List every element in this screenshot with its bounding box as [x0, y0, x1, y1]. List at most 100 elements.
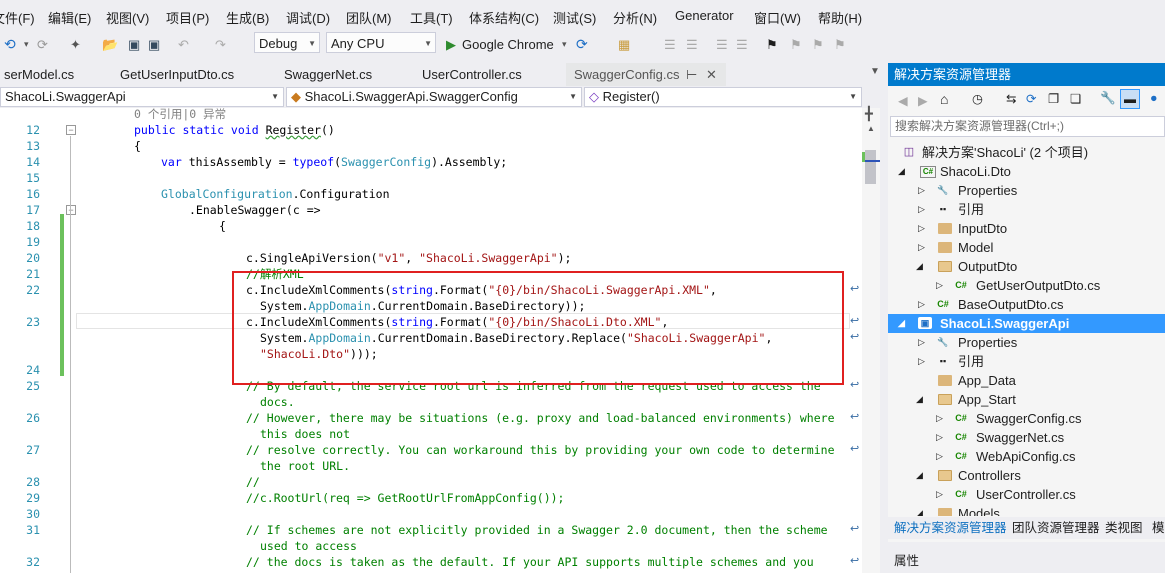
- collapsed-icon[interactable]: ▷: [918, 295, 925, 314]
- tree-item-file[interactable]: ▷ C# SwaggerConfig.cs: [888, 409, 1165, 428]
- sync-icon[interactable]: ⇆: [1006, 91, 1016, 106]
- forward-icon[interactable]: ⟳: [37, 35, 48, 54]
- type-navigation-select[interactable]: ◆ ShacoLi.SwaggerApi.SwaggerConfig ▼: [286, 87, 582, 107]
- menu-build[interactable]: 生成(B): [226, 8, 269, 27]
- home-icon[interactable]: ⌂: [940, 91, 948, 107]
- menu-help[interactable]: 帮助(H): [818, 8, 862, 27]
- menu-tools[interactable]: 工具(T): [410, 8, 453, 27]
- menu-generator[interactable]: Generator: [675, 8, 734, 23]
- tree-item-file[interactable]: ▷ C# GetUserOutputDto.cs: [888, 276, 1165, 295]
- indent-icon[interactable]: ☰: [736, 35, 748, 54]
- collapsed-icon[interactable]: ▷: [936, 428, 943, 447]
- expanded-icon[interactable]: ◢: [898, 162, 905, 181]
- menu-project[interactable]: 项目(P): [166, 8, 209, 27]
- show-all-files-icon[interactable]: ❏: [1070, 91, 1081, 106]
- tree-item-file[interactable]: ▷ C# SwaggerNet.cs: [888, 428, 1165, 447]
- tree-item-folder[interactable]: App_Data: [888, 371, 1165, 390]
- project-navigation-select[interactable]: ShacoLi.SwaggerApi ▼: [0, 87, 284, 107]
- editor-scrollbar[interactable]: ╋ ▲: [862, 106, 880, 573]
- menu-analyze[interactable]: 分析(N): [613, 8, 657, 27]
- menu-test[interactable]: 测试(S): [553, 8, 596, 27]
- tab-getuserinputdto[interactable]: GetUserInputDto.cs: [114, 63, 240, 86]
- globe-icon[interactable]: ●: [1150, 91, 1158, 105]
- tree-item-properties[interactable]: ▷ 🔧 Properties: [888, 333, 1165, 352]
- tree-item-file[interactable]: ▷ C# WebApiConfig.cs: [888, 447, 1165, 466]
- expanded-icon[interactable]: ◢: [898, 314, 905, 333]
- pin-icon[interactable]: ⊢: [686, 63, 697, 86]
- scroll-thumb[interactable]: [865, 150, 876, 184]
- save-all-icon[interactable]: ▣: [148, 35, 160, 54]
- open-file-icon[interactable]: 📂: [102, 35, 118, 54]
- tree-item-folder[interactable]: ◢ OutputDto: [888, 257, 1165, 276]
- prev-bookmark-icon[interactable]: ⚑: [790, 35, 802, 54]
- collapsed-icon[interactable]: ▷: [918, 333, 925, 352]
- configuration-select[interactable]: Debug ▼: [254, 32, 320, 53]
- tree-item-folder[interactable]: ◢ Models: [888, 504, 1165, 516]
- collapsed-icon[interactable]: ▷: [918, 352, 925, 371]
- menu-view[interactable]: 视图(V): [106, 8, 149, 27]
- step-icon[interactable]: ☰: [664, 35, 676, 54]
- redo-icon[interactable]: ↷: [215, 35, 226, 54]
- tab-solution-explorer[interactable]: 解决方案资源管理器: [894, 517, 1007, 539]
- run-browser-label[interactable]: Google Chrome: [462, 35, 554, 54]
- tree-item-folder[interactable]: ▷ InputDto: [888, 219, 1165, 238]
- undo-icon[interactable]: ↶: [178, 35, 189, 54]
- close-icon[interactable]: ✕: [706, 63, 717, 86]
- collapsed-icon[interactable]: ▷: [936, 485, 943, 504]
- collapsed-icon[interactable]: ▷: [918, 219, 925, 238]
- clear-bookmark-icon[interactable]: ⚑: [834, 35, 846, 54]
- collapsed-icon[interactable]: ▷: [918, 200, 925, 219]
- collapsed-icon[interactable]: ▷: [918, 181, 925, 200]
- back-icon[interactable]: ⟲: [4, 35, 16, 54]
- refresh-icon[interactable]: ⟳: [1026, 91, 1036, 106]
- codelens[interactable]: 0 个引用|0 异常: [134, 108, 226, 122]
- member-navigation-select[interactable]: ◇ Register() ▼: [584, 87, 862, 107]
- menu-debug[interactable]: 调试(D): [286, 8, 330, 27]
- outdent-icon[interactable]: ☰: [716, 35, 728, 54]
- tree-item-project-dto[interactable]: ◢ C# ShacoLi.Dto: [888, 162, 1165, 181]
- step-over-icon[interactable]: ☰: [686, 35, 698, 54]
- next-bookmark-icon[interactable]: ⚑: [812, 35, 824, 54]
- collapse-all-icon[interactable]: ❐: [1048, 91, 1059, 106]
- tab-usercontroller[interactable]: UserController.cs: [416, 63, 528, 86]
- save-icon[interactable]: ▣: [128, 35, 140, 54]
- tree-item-properties[interactable]: ▷ 🔧 Properties: [888, 181, 1165, 200]
- tab-usermodel[interactable]: serModel.cs: [0, 63, 80, 86]
- expanded-icon[interactable]: ◢: [916, 504, 923, 516]
- bookmark-icon[interactable]: ⚑: [766, 35, 778, 54]
- tree-item-folder[interactable]: ▷ Model: [888, 238, 1165, 257]
- menu-team[interactable]: 团队(M): [346, 8, 392, 27]
- tree-item-project-swaggerapi[interactable]: ◢ ▣ ShacoLi.SwaggerApi: [888, 314, 1165, 333]
- expanded-icon[interactable]: ◢: [916, 257, 923, 276]
- collapse-icon[interactable]: −: [66, 125, 76, 135]
- tab-class-view[interactable]: 类视图: [1105, 517, 1143, 539]
- properties-wrench-icon[interactable]: 🔧: [1100, 91, 1116, 106]
- forward-icon[interactable]: ▶: [918, 93, 928, 108]
- tree-item-solution[interactable]: ◫ 解决方案'ShacoLi' (2 个项目): [888, 143, 1165, 162]
- collapsed-icon[interactable]: ▷: [936, 447, 943, 466]
- tab-more[interactable]: 模: [1152, 517, 1165, 539]
- tree-item-references[interactable]: ▷ ▪▪ 引用: [888, 352, 1165, 371]
- menu-file[interactable]: 文件(F): [0, 8, 35, 27]
- expanded-icon[interactable]: ◢: [916, 466, 923, 485]
- find-in-files-icon[interactable]: ▦: [618, 35, 630, 54]
- tree-item-file[interactable]: ▷ C# UserController.cs: [888, 485, 1165, 504]
- tab-swaggernet[interactable]: SwaggerNet.cs: [278, 63, 378, 86]
- refresh-icon[interactable]: ⟳: [576, 35, 588, 54]
- tree-item-file[interactable]: ▷ C# BaseOutputDto.cs: [888, 295, 1165, 314]
- code-editor[interactable]: − − 0 个引用|0 异常 12 13 14 15 16 17 18 19 2…: [0, 108, 862, 573]
- tab-swaggerconfig[interactable]: SwaggerConfig.cs ⊢ ✕: [566, 63, 726, 88]
- menu-architecture[interactable]: 体系结构(C): [469, 8, 539, 27]
- scroll-up-icon[interactable]: ▲: [867, 124, 875, 133]
- back-dropdown-icon[interactable]: ▾: [24, 35, 29, 54]
- platform-select[interactable]: Any CPU ▼: [326, 32, 436, 53]
- collapsed-icon[interactable]: ▷: [918, 238, 925, 257]
- expanded-icon[interactable]: ◢: [916, 390, 923, 409]
- back-icon[interactable]: ◀: [898, 93, 908, 108]
- pending-changes-icon[interactable]: ◷: [972, 91, 983, 106]
- collapse-icon[interactable]: −: [66, 205, 76, 215]
- tab-overflow-icon[interactable]: ▼: [870, 66, 880, 77]
- solution-search-input[interactable]: 搜索解决方案资源管理器(Ctrl+;): [890, 116, 1165, 137]
- split-icon[interactable]: ╋: [865, 106, 873, 122]
- tree-item-references[interactable]: ▷ ▪▪ 引用: [888, 200, 1165, 219]
